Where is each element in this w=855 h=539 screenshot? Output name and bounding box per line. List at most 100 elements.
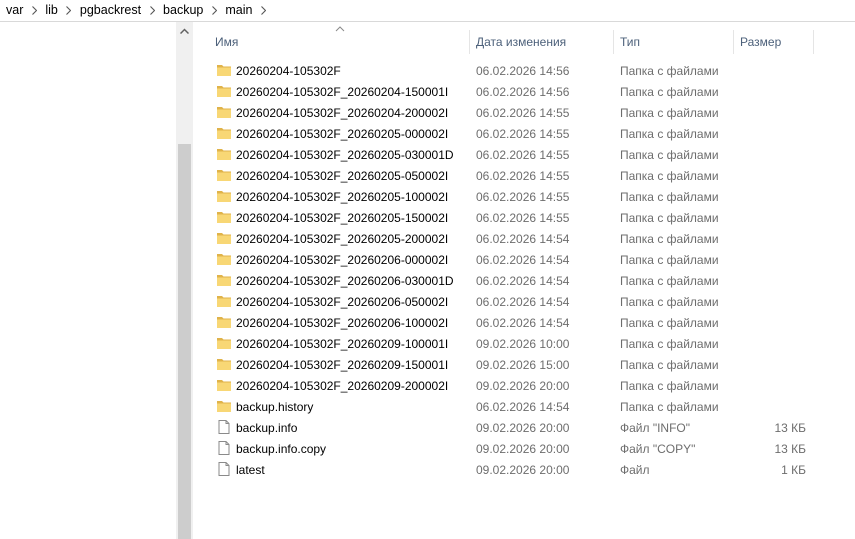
column-header: Имя Дата изменения Тип Размер bbox=[193, 22, 855, 60]
file-type: Папка с файлами bbox=[620, 127, 719, 141]
chevron-right-icon bbox=[66, 6, 72, 15]
folder-row[interactable]: 20260204-105302F_20260209-150001I 09.02.2… bbox=[211, 354, 821, 375]
folder-icon bbox=[216, 251, 232, 267]
folder-row[interactable]: 20260204-105302F_20260205-100002I 06.02.2… bbox=[211, 186, 821, 207]
file-type: Папка с файлами bbox=[620, 274, 719, 288]
column-divider[interactable] bbox=[813, 30, 814, 54]
breadcrumb-item[interactable]: var bbox=[6, 3, 23, 18]
file-type: Папка с файлами bbox=[620, 232, 719, 246]
file-date: 06.02.2026 14:55 bbox=[476, 190, 570, 204]
folder-row[interactable]: 20260204-105302F 06.02.2026 14:56 Папка с … bbox=[211, 60, 821, 81]
folder-row[interactable]: 20260204-105302F_20260206-050002I 06.02.2… bbox=[211, 291, 821, 312]
breadcrumb-separator[interactable] bbox=[23, 3, 45, 18]
file-name: 20260204-105302F_20260209-100001I bbox=[236, 337, 449, 351]
column-divider[interactable] bbox=[733, 30, 734, 54]
file-name: 20260204-105302F_20260205-030001D bbox=[236, 148, 454, 162]
breadcrumb-separator[interactable] bbox=[58, 3, 80, 18]
folder-icon bbox=[216, 377, 232, 393]
scrollbar-thumb[interactable] bbox=[178, 144, 191, 539]
file-date: 09.02.2026 20:00 bbox=[476, 463, 570, 477]
file-name: backup.info bbox=[236, 421, 298, 435]
file-row[interactable]: latest 09.02.2026 20:00 Файл 1 КБ bbox=[211, 459, 821, 480]
file-name: 20260204-105302F_20260206-030001D bbox=[236, 274, 454, 288]
folder-row[interactable]: 20260204-105302F_20260206-030001D 06.02.2… bbox=[211, 270, 821, 291]
folder-row[interactable]: 20260204-105302F_20260209-200002I 09.02.2… bbox=[211, 375, 821, 396]
chevron-up-icon bbox=[180, 27, 189, 34]
file-date: 06.02.2026 14:55 bbox=[476, 148, 570, 162]
file-name: 20260204-105302F_20260205-200002I bbox=[236, 232, 449, 246]
column-header-type[interactable]: Тип bbox=[620, 35, 640, 49]
file-name: 20260204-105302F bbox=[236, 64, 341, 78]
file-date: 06.02.2026 14:54 bbox=[476, 400, 570, 414]
breadcrumb: var lib pgbackrest backup main bbox=[0, 0, 855, 22]
file-date: 06.02.2026 14:54 bbox=[476, 253, 570, 267]
file-icon bbox=[216, 419, 232, 435]
folder-row[interactable]: 20260204-105302F_20260204-150001I 06.02.2… bbox=[211, 81, 821, 102]
folder-icon bbox=[216, 83, 232, 99]
file-type: Папка с файлами bbox=[620, 148, 719, 162]
file-row[interactable]: backup.info 09.02.2026 20:00 Файл "INFO" 13… bbox=[211, 417, 821, 438]
file-date: 06.02.2026 14:54 bbox=[476, 274, 570, 288]
folder-row[interactable]: 20260204-105302F_20260205-200002I 06.02.2… bbox=[211, 228, 821, 249]
breadcrumb-row: var lib pgbackrest backup main bbox=[6, 3, 274, 18]
column-divider[interactable] bbox=[613, 30, 614, 54]
folder-row[interactable]: 20260204-105302F_20260209-100001I 09.02.2… bbox=[211, 333, 821, 354]
breadcrumb-item[interactable]: backup bbox=[163, 3, 203, 18]
breadcrumb-separator[interactable] bbox=[141, 3, 163, 18]
file-name: backup.info.copy bbox=[236, 442, 327, 456]
breadcrumb-item[interactable]: main bbox=[225, 3, 252, 18]
folder-icon bbox=[216, 230, 232, 246]
folder-icon bbox=[216, 62, 232, 78]
folder-row[interactable]: 20260204-105302F_20260205-030001D 06.02.2… bbox=[211, 144, 821, 165]
column-header-size[interactable]: Размер bbox=[740, 35, 781, 49]
file-name: backup.history bbox=[236, 400, 314, 414]
file-type: Папка с файлами bbox=[620, 295, 719, 309]
sort-ascending-icon bbox=[335, 26, 345, 32]
file-type: Папка с файлами bbox=[620, 190, 719, 204]
file-type: Папка с файлами bbox=[620, 64, 719, 78]
folder-icon bbox=[216, 188, 232, 204]
folder-icon bbox=[216, 272, 232, 288]
chevron-right-icon bbox=[211, 6, 217, 15]
file-type: Папка с файлами bbox=[620, 253, 719, 267]
file-type: Папка с файлами bbox=[620, 337, 719, 351]
file-type: Папка с файлами bbox=[620, 169, 719, 183]
column-header-date[interactable]: Дата изменения bbox=[476, 35, 566, 49]
vertical-scrollbar[interactable] bbox=[176, 22, 193, 539]
folder-row[interactable]: 20260204-105302F_20260206-000002I 06.02.2… bbox=[211, 249, 821, 270]
column-header-name[interactable]: Имя bbox=[215, 35, 238, 49]
chevron-right-icon bbox=[31, 6, 37, 15]
file-name: 20260204-105302F_20260209-150001I bbox=[236, 358, 449, 372]
folder-icon bbox=[216, 314, 232, 330]
folder-row[interactable]: 20260204-105302F_20260206-100002I 06.02.2… bbox=[211, 312, 821, 333]
file-date: 09.02.2026 10:00 bbox=[476, 337, 570, 351]
file-date: 06.02.2026 14:55 bbox=[476, 127, 570, 141]
navigation-pane[interactable] bbox=[0, 22, 176, 539]
folder-row[interactable]: 20260204-105302F_20260205-150002I 06.02.2… bbox=[211, 207, 821, 228]
file-date: 06.02.2026 14:55 bbox=[476, 211, 570, 225]
breadcrumb-separator[interactable] bbox=[252, 3, 274, 18]
file-name: 20260204-105302F_20260205-150002I bbox=[236, 211, 449, 225]
file-name: 20260204-105302F_20260206-100002I bbox=[236, 316, 449, 330]
folder-row[interactable]: 20260204-105302F_20260205-050002I 06.02.2… bbox=[211, 165, 821, 186]
file-date: 06.02.2026 14:56 bbox=[476, 64, 570, 78]
file-type: Папка с файлами bbox=[620, 85, 719, 99]
column-divider[interactable] bbox=[469, 30, 470, 54]
breadcrumb-separator[interactable] bbox=[203, 3, 225, 18]
file-date: 06.02.2026 14:56 bbox=[476, 85, 570, 99]
folder-row[interactable]: backup.history 06.02.2026 14:54 Папка с фа… bbox=[211, 396, 821, 417]
breadcrumb-item[interactable]: lib bbox=[45, 3, 58, 18]
folder-row[interactable]: 20260204-105302F_20260205-000002I 06.02.2… bbox=[211, 123, 821, 144]
file-type: Папка с файлами bbox=[620, 358, 719, 372]
breadcrumb-item[interactable]: pgbackrest bbox=[80, 3, 141, 18]
folder-icon bbox=[216, 167, 232, 183]
file-size: 13 КБ bbox=[774, 442, 806, 456]
chevron-right-icon bbox=[149, 6, 155, 15]
file-name: 20260204-105302F_20260206-050002I bbox=[236, 295, 449, 309]
file-name: 20260204-105302F_20260204-150001I bbox=[236, 85, 449, 99]
file-icon bbox=[216, 461, 232, 477]
scroll-up-button[interactable] bbox=[176, 22, 193, 39]
file-row[interactable]: backup.info.copy 09.02.2026 20:00 Файл "CO… bbox=[211, 438, 821, 459]
folder-icon bbox=[216, 146, 232, 162]
folder-row[interactable]: 20260204-105302F_20260204-200002I 06.02.2… bbox=[211, 102, 821, 123]
